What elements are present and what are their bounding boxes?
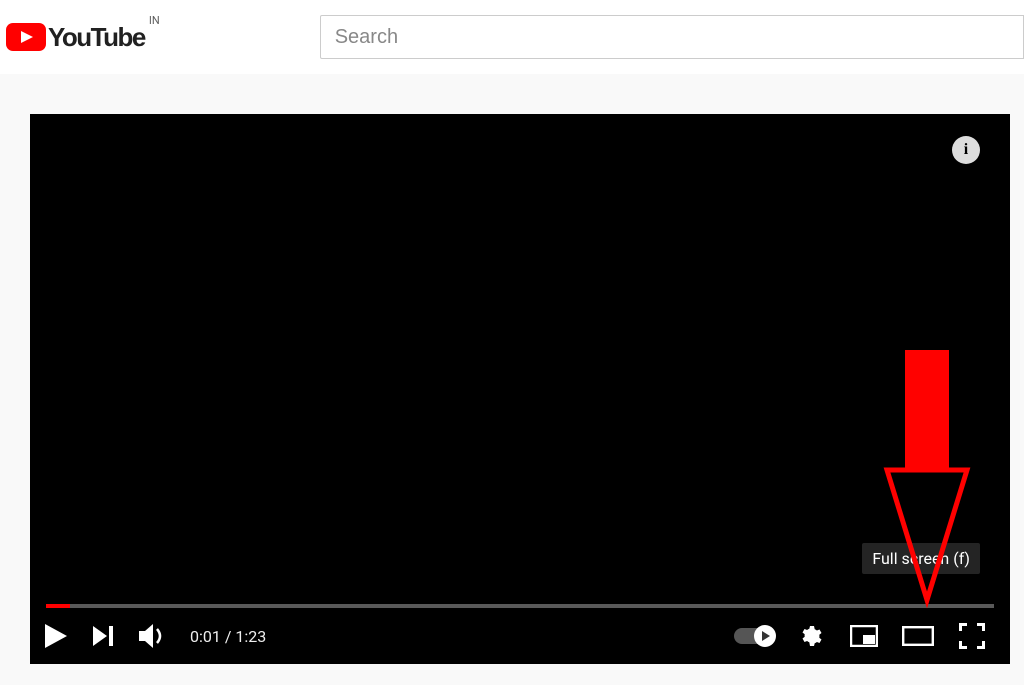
next-button[interactable]	[86, 618, 122, 654]
annotation-arrow	[882, 340, 972, 620]
gear-icon	[798, 624, 822, 648]
play-small-icon	[760, 631, 770, 641]
miniplayer-button[interactable]	[846, 618, 882, 654]
youtube-icon	[6, 23, 46, 51]
autoplay-toggle[interactable]	[734, 628, 774, 644]
autoplay-knob	[754, 625, 776, 647]
fullscreen-button[interactable]	[954, 618, 990, 654]
country-code: IN	[149, 14, 160, 27]
next-icon	[93, 626, 115, 646]
miniplayer-icon	[850, 625, 878, 647]
fullscreen-icon	[959, 623, 985, 649]
volume-icon	[139, 624, 165, 648]
settings-button[interactable]	[792, 618, 828, 654]
logo[interactable]: YouTube IN	[0, 22, 160, 53]
play-button[interactable]	[38, 618, 74, 654]
volume-button[interactable]	[134, 618, 170, 654]
player-controls: 0:01 / 1:23	[30, 608, 1010, 664]
play-icon	[45, 624, 67, 648]
masthead: YouTube IN	[0, 0, 1024, 74]
fullscreen-tooltip: Full screen (f)	[862, 543, 980, 574]
info-card-icon[interactable]: i	[952, 136, 980, 164]
time-display: 0:01 / 1:23	[190, 627, 266, 646]
search-container	[320, 15, 1024, 59]
video-player[interactable]: i Full screen (f)	[30, 114, 1010, 664]
search-input[interactable]	[320, 15, 1024, 59]
brand-text: YouTube	[48, 22, 145, 53]
theater-button[interactable]	[900, 618, 936, 654]
theater-icon	[902, 626, 934, 646]
